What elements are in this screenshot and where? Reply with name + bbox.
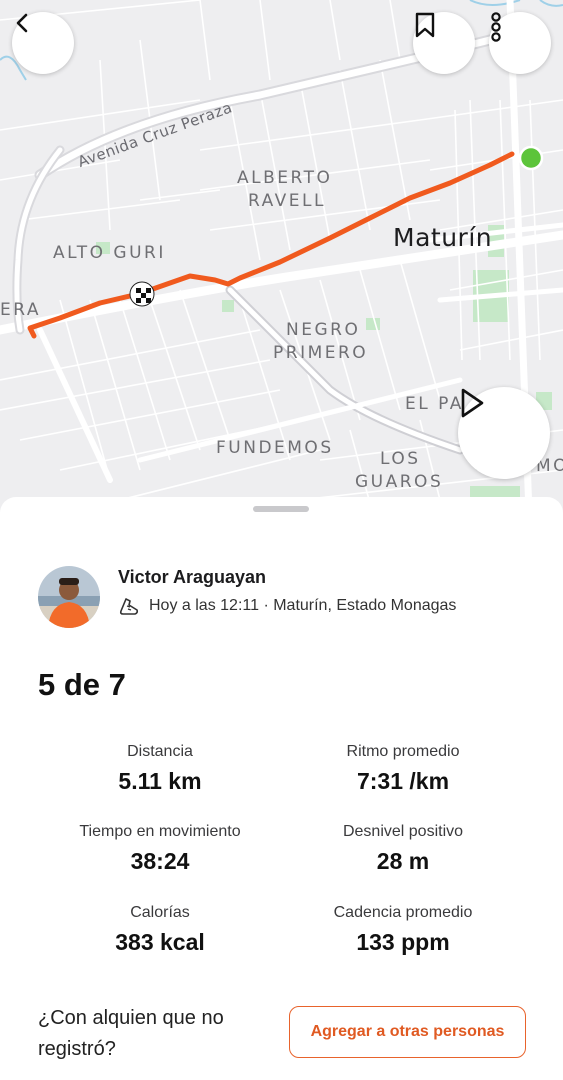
stat-label: Desnivel positivo: [342, 823, 464, 840]
play-flyover-button[interactable]: [458, 387, 550, 479]
chevron-left-icon: [16, 13, 28, 33]
bookmark-icon: [415, 12, 435, 38]
stat-value: 38:24: [130, 848, 190, 874]
park-area: [366, 318, 380, 330]
neighborhood-label: FUNDEMOS: [216, 438, 334, 458]
stat-value: 133 ppm: [356, 929, 450, 955]
stat-calories: Calorías 383 kcal: [40, 905, 280, 954]
neighborhood-label: LOS: [380, 449, 421, 469]
river: [469, 0, 563, 7]
neighborhood-label: EL PA: [405, 394, 464, 414]
bookmark-button[interactable]: [413, 12, 475, 74]
avatar[interactable]: [38, 566, 100, 628]
route-map[interactable]: Avenida Cruz Peraza ALBERTO RAVELL ALTO …: [0, 0, 563, 540]
activity-date-location: Hoy a las 12:11 · Maturín, Estado Monaga…: [149, 597, 457, 614]
add-others-button[interactable]: Agregar a otras personas: [289, 1006, 526, 1058]
park-area: [222, 300, 234, 312]
shoe-icon: [119, 598, 139, 615]
athlete-name[interactable]: Victor Araguayan: [118, 567, 266, 588]
neighborhood-label: RAVELL: [248, 191, 326, 211]
start-marker-icon: [129, 281, 155, 307]
neighborhood-label: ALTO GURI: [53, 243, 166, 263]
stat-label: Calorías: [130, 904, 190, 921]
activity-title: 5 de 7: [38, 667, 126, 702]
stat-distance: Distancia 5.11 km: [40, 744, 280, 793]
avatar-image: [38, 566, 100, 628]
stat-elevation-gain: Desnivel positivo 28 m: [283, 824, 523, 873]
stat-value: 5.11 km: [118, 768, 202, 794]
back-button[interactable]: [12, 12, 74, 74]
more-vertical-icon: [491, 12, 501, 42]
more-options-button[interactable]: [489, 12, 551, 74]
neighborhood-label: ALBERTO: [237, 168, 333, 188]
stat-value: 7:31 /km: [356, 768, 450, 794]
neighborhood-label: GUAROS: [355, 472, 444, 492]
stat-average-pace: Ritmo promedio 7:31 /km: [283, 744, 523, 793]
neighborhood-label: ERA: [0, 300, 41, 320]
activity-meta: Hoy a las 12:11 · Maturín, Estado Monaga…: [118, 595, 456, 617]
neighborhood-label: PRIMERO: [273, 343, 369, 363]
neighborhood-label: NEGRO: [286, 320, 361, 340]
sheet-drag-handle[interactable]: [253, 506, 309, 512]
stat-average-cadence: Cadencia promedio 133 ppm: [283, 905, 523, 954]
stat-moving-time: Tiempo en movimiento 38:24: [40, 824, 280, 873]
play-icon: [461, 388, 484, 418]
activity-details-sheet: Victor Araguayan Hoy a las 12:11 · Matur…: [0, 497, 563, 1080]
stat-value: 28 m: [376, 848, 430, 874]
stat-label: Cadencia promedio: [333, 904, 473, 921]
city-label: Maturín: [393, 223, 493, 252]
stat-value: 383 kcal: [115, 929, 205, 955]
stat-label: Ritmo promedio: [346, 743, 460, 760]
end-marker-icon: [518, 145, 544, 171]
add-others-prompt: ¿Con alquien que no registró?: [38, 1007, 224, 1060]
stat-label: Tiempo en movimiento: [79, 823, 241, 840]
stat-label: Distancia: [127, 743, 193, 760]
